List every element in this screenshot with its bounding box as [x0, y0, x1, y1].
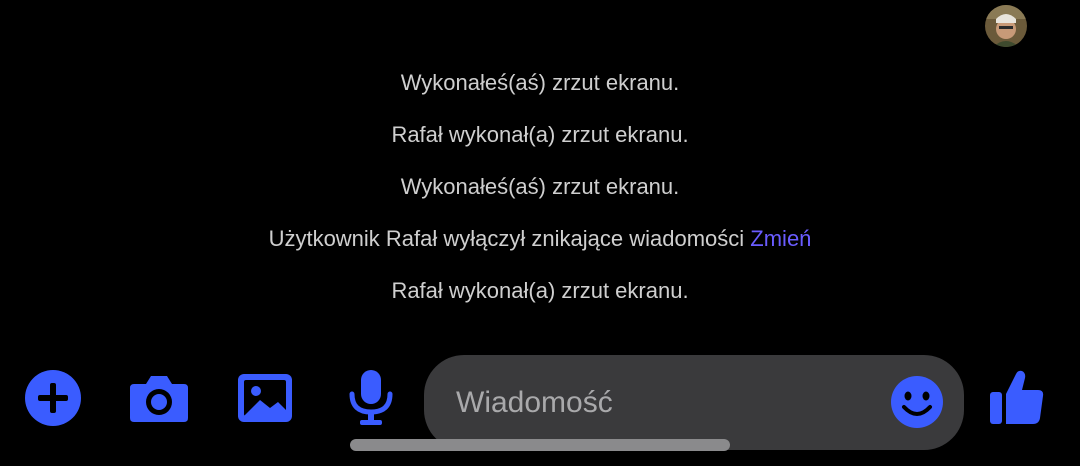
- microphone-button[interactable]: [348, 368, 394, 426]
- avatar[interactable]: [985, 5, 1027, 47]
- message-composer: [424, 355, 964, 450]
- emoji-icon: [891, 376, 943, 428]
- add-button[interactable]: [25, 370, 81, 426]
- system-message-text: Rafał wykonał(a) zrzut ekranu.: [391, 122, 689, 147]
- microphone-icon: [349, 370, 393, 425]
- system-message: Użytkownik Rafał wyłączył znikające wiad…: [0, 224, 1080, 254]
- image-icon: [238, 374, 292, 422]
- system-message: Wykonałeś(aś) zrzut ekranu.: [0, 68, 1080, 98]
- system-message: Rafał wykonał(a) zrzut ekranu.: [0, 276, 1080, 306]
- system-message-text: Użytkownik Rafał wyłączył znikające wiad…: [268, 226, 745, 251]
- system-message-text: Wykonałeś(aś) zrzut ekranu.: [400, 70, 680, 95]
- system-message-text: Rafał wykonał(a) zrzut ekranu.: [391, 278, 689, 303]
- thumbs-up-icon: [990, 370, 1044, 424]
- gallery-button[interactable]: [238, 372, 292, 424]
- change-link[interactable]: Zmień: [750, 226, 811, 251]
- like-button[interactable]: [988, 368, 1046, 426]
- avatar-photo: [985, 5, 1027, 47]
- system-message: Wykonałeś(aś) zrzut ekranu.: [0, 172, 1080, 202]
- plus-circle-icon: [25, 370, 81, 426]
- emoji-button[interactable]: [890, 375, 944, 429]
- camera-button[interactable]: [130, 372, 188, 424]
- camera-icon: [130, 376, 188, 422]
- message-input[interactable]: [456, 381, 876, 425]
- system-message-text: Wykonałeś(aś) zrzut ekranu.: [400, 174, 680, 199]
- home-indicator[interactable]: [350, 439, 730, 451]
- system-message: Rafał wykonał(a) zrzut ekranu.: [0, 120, 1080, 150]
